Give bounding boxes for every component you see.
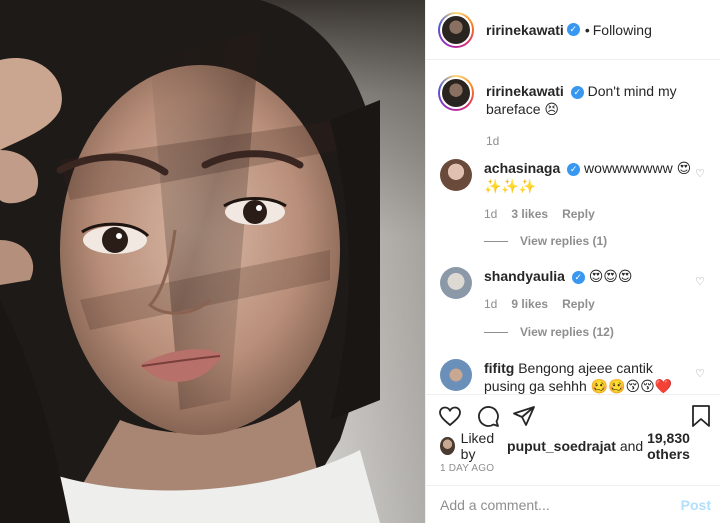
comment-emoji: 😍😍😍: [588, 268, 633, 284]
view-replies-button[interactable]: View replies (12): [484, 325, 614, 339]
likes-summary: Liked by puput_soedrajat and 19,830 othe…: [440, 430, 720, 462]
liker-username[interactable]: puput_soedrajat: [507, 438, 616, 454]
post-photo[interactable]: [0, 0, 425, 523]
comment-text: Bengong ajeee cantik: [518, 360, 653, 376]
liker-avatar[interactable]: [440, 437, 455, 455]
action-bar: [426, 394, 720, 434]
caption-age: 1d: [486, 134, 500, 148]
liked-by-label: Liked by: [460, 430, 495, 462]
comment-likes[interactable]: 9 likes: [511, 295, 548, 313]
comment-input[interactable]: [440, 496, 681, 513]
add-comment-bar: Post: [426, 485, 720, 523]
caption-author-username[interactable]: ririnekawati: [486, 83, 564, 99]
likes-and-label: and: [619, 438, 644, 454]
author-username[interactable]: ririnekawati: [486, 22, 564, 38]
commenter-username[interactable]: fifitg: [484, 360, 514, 376]
comment-item: achasinaga ✓ wowwwwwww 😍 ✨✨✨ 1d 3 likes …: [440, 159, 710, 223]
comment-emoji: 😍: [676, 160, 692, 176]
portrait-illustration: [0, 0, 380, 523]
comment-item: fifitg Bengong ajeee cantik pusing ga se…: [440, 359, 710, 394]
comment-item: shandyaulia ✓ 😍😍😍 1d 9 likes Reply: [440, 267, 710, 313]
divider-line: [484, 331, 508, 333]
post-timestamp[interactable]: 1 DAY AGO: [440, 463, 494, 474]
post-header: ririnekawati ✓ • Following: [426, 0, 720, 60]
view-replies-label: View replies (12): [520, 325, 614, 339]
heart-icon[interactable]: [438, 404, 462, 428]
commenter-avatar[interactable]: [440, 267, 472, 299]
comment-likes[interactable]: 3 likes: [511, 205, 548, 223]
verified-badge-icon: ✓: [567, 162, 581, 176]
verified-badge-icon: ✓: [566, 23, 580, 36]
caption: ririnekawati ✓ Don't mind my bareface 😣 …: [438, 75, 708, 150]
verified-badge-icon: ✓: [570, 85, 584, 99]
likes-others-count[interactable]: 19,830 others: [647, 430, 720, 462]
separator-dot: •: [584, 21, 590, 38]
comment-like-heart-icon[interactable]: ♡: [695, 167, 705, 180]
view-replies-button[interactable]: View replies (1): [484, 234, 607, 248]
comment-like-heart-icon[interactable]: ♡: [695, 367, 705, 380]
post-side-panel: ririnekawati ✓ • Following ririnekawati …: [425, 0, 720, 523]
divider-line: [484, 240, 508, 242]
comment-text: wowwwwwww: [584, 160, 673, 176]
comment-age: 1d: [484, 207, 498, 221]
comments-list[interactable]: ririnekawati ✓ Don't mind my bareface 😣 …: [426, 61, 720, 394]
reply-button[interactable]: Reply: [562, 295, 595, 313]
author-avatar[interactable]: [438, 11, 474, 48]
comment-icon[interactable]: [476, 404, 500, 428]
comment-like-heart-icon[interactable]: ♡: [695, 275, 705, 288]
comment-text-line2: ✨✨✨: [484, 178, 537, 194]
view-replies-label: View replies (1): [520, 234, 608, 248]
commenter-username[interactable]: shandyaulia: [484, 268, 565, 284]
caption-author-avatar[interactable]: [438, 75, 474, 111]
share-icon[interactable]: [512, 404, 536, 428]
commenter-avatar[interactable]: [440, 359, 472, 391]
verified-badge-icon: ✓: [571, 270, 585, 284]
comment-emoji: 🥴🥴😚😚❤️: [590, 378, 673, 394]
bookmark-icon[interactable]: [689, 404, 713, 428]
comment-text-line2: pusing ga sehhh: [484, 378, 587, 394]
reply-button[interactable]: Reply: [562, 205, 595, 223]
commenter-avatar[interactable]: [440, 159, 472, 191]
commenter-username[interactable]: achasinaga: [484, 160, 560, 176]
caption-emoji: 😣: [544, 101, 559, 117]
comment-age: 1d: [484, 297, 498, 311]
post-comment-button[interactable]: Post: [681, 497, 711, 513]
following-button[interactable]: Following: [593, 22, 652, 38]
